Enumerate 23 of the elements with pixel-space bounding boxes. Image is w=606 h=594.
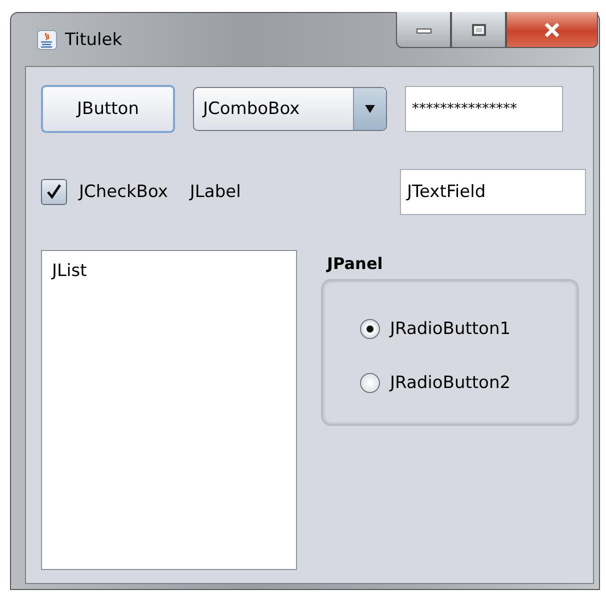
jlabel-text: JLabel <box>190 182 241 202</box>
maximize-button[interactable] <box>451 12 506 48</box>
checkbox-label: JCheckBox <box>79 182 168 202</box>
cup-icon <box>37 30 57 50</box>
checkmark-icon <box>44 182 64 202</box>
dropdown-arrow-icon <box>365 104 375 114</box>
minimize-icon <box>416 26 432 34</box>
panel-title: JPanel <box>327 254 384 273</box>
maximize-icon <box>472 24 486 36</box>
jbutton[interactable]: JButton <box>41 85 175 133</box>
checkbox[interactable] <box>41 179 67 205</box>
list-item[interactable]: JList <box>52 261 296 281</box>
radio-label: JRadioButton2 <box>390 372 511 392</box>
close-icon <box>543 22 561 38</box>
combo-box[interactable]: JComboBox <box>193 87 387 131</box>
text-field[interactable]: JTextField <box>400 169 586 215</box>
minimize-button[interactable] <box>396 12 451 48</box>
radio-label: JRadioButton1 <box>390 318 511 338</box>
password-field[interactable]: *************** <box>405 86 563 132</box>
radio-button[interactable] <box>360 318 380 338</box>
close-button[interactable] <box>506 12 598 48</box>
radio-button[interactable] <box>360 372 380 392</box>
window-title: Titulek <box>65 30 122 50</box>
